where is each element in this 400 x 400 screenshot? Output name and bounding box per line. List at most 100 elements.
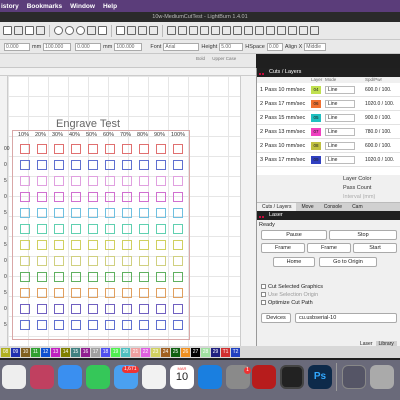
test-cell[interactable] [122,208,132,218]
height-percent-field[interactable]: 100.000 [114,42,143,51]
test-cell[interactable] [54,144,64,154]
test-cell[interactable] [88,160,98,170]
palette-swatch[interactable]: 13 [51,347,60,357]
palette-swatch[interactable]: 20 [121,347,130,357]
test-cell[interactable] [54,208,64,218]
canvas-scrollbar[interactable] [240,76,256,346]
test-cell[interactable] [88,208,98,218]
test-cell[interactable] [105,240,115,250]
test-cell[interactable] [156,304,166,314]
test-cell[interactable] [71,240,81,250]
frame-circle-button[interactable]: Frame [307,243,351,253]
test-cell[interactable] [105,144,115,154]
test-cell[interactable] [122,224,132,234]
zoom-out-icon[interactable] [65,26,74,35]
test-cell[interactable] [71,320,81,330]
test-cell[interactable] [88,256,98,266]
test-cell[interactable] [88,144,98,154]
test-cell[interactable] [54,304,64,314]
open-icon[interactable] [14,26,23,35]
test-cell[interactable] [37,272,47,282]
palette-swatch[interactable]: 25 [171,347,180,357]
distribute-v-icon[interactable] [266,26,275,35]
test-cell[interactable] [20,144,30,154]
layer-row[interactable]: 2 Pass 13 mm/sec 07 Line 780.0 / 100. [257,125,400,139]
stop-button[interactable]: Stop [329,230,397,240]
optimize-cut-path-checkbox[interactable]: Optimize Cut Path [261,300,313,306]
test-cell[interactable] [20,208,30,218]
font-select[interactable]: Arial [163,42,200,51]
photoshop-icon[interactable]: Ps [308,365,332,389]
system-settings-icon[interactable]: 1 [226,365,251,389]
test-cell[interactable] [54,192,64,202]
upper-case-checkbox[interactable]: Upper Case [212,56,236,61]
test-cell[interactable] [20,224,30,234]
frame-button[interactable]: Frame [261,243,305,253]
test-cell[interactable] [20,320,30,330]
layer-mode-select[interactable]: Line [325,100,355,108]
test-cell[interactable] [139,224,149,234]
layer-row[interactable]: 1 Pass 10 mm/sec 04 Line 600.0 / 100. [257,83,400,97]
align-right-icon[interactable] [211,26,220,35]
use-selection-origin-checkbox[interactable]: Use Selection Origin [261,292,318,298]
test-cell[interactable] [88,288,98,298]
test-cell[interactable] [173,288,183,298]
move-icon[interactable] [299,26,308,35]
layer-row[interactable]: 2 Pass 10 mm/sec 08 Line 600.0 / 100. [257,139,400,153]
test-cell[interactable] [71,176,81,186]
test-cell[interactable] [139,176,149,186]
start-button[interactable]: Start [353,243,397,253]
test-cell[interactable] [105,208,115,218]
test-cell[interactable] [139,272,149,282]
test-cell[interactable] [105,304,115,314]
group-icon[interactable] [277,26,286,35]
tab-console[interactable]: Console [319,203,347,211]
mirror-icon[interactable] [178,26,187,35]
zoom-in-icon[interactable] [54,26,63,35]
test-cell[interactable] [37,240,47,250]
test-cell[interactable] [139,288,149,298]
test-cell[interactable] [71,288,81,298]
alignx-select[interactable]: Middle [304,42,327,51]
test-cell[interactable] [71,160,81,170]
test-cell[interactable] [173,144,183,154]
test-cell[interactable] [139,144,149,154]
finder-icon[interactable] [2,365,26,389]
test-cell[interactable] [173,224,183,234]
test-cell[interactable] [139,320,149,330]
palette-swatch[interactable]: 14 [61,347,70,357]
settings-icon[interactable] [127,26,136,35]
test-cell[interactable] [105,192,115,202]
test-cell[interactable] [71,208,81,218]
palette-swatch[interactable]: 15 [71,347,80,357]
test-cell[interactable] [88,192,98,202]
workspace-canvas[interactable]: Engrave Test 10% 20% 30% 40% 50% 60% 70% 80% 90%… [4,76,256,346]
go-to-origin-button[interactable]: Go to Origin [319,257,377,267]
test-cell[interactable] [54,256,64,266]
tab-camera[interactable]: Cam [347,203,368,211]
palette-swatch[interactable]: 17 [91,347,100,357]
test-cell[interactable] [20,160,30,170]
test-cell[interactable] [156,160,166,170]
test-cell[interactable] [105,320,115,330]
test-cell[interactable] [156,288,166,298]
test-cell[interactable] [37,144,47,154]
test-cell[interactable] [122,160,132,170]
test-cell[interactable] [156,224,166,234]
menu-history[interactable]: istory [1,3,19,10]
tab-cuts-layers[interactable]: Cuts / Layers [257,203,297,211]
align-top-icon[interactable] [222,26,231,35]
cut-selected-checkbox[interactable]: Cut Selected Graphics [261,284,323,290]
test-cell[interactable] [156,320,166,330]
palette-swatch[interactable]: 22 [141,347,150,357]
align-middle-icon[interactable] [233,26,242,35]
layer-mode-select[interactable]: Line [325,142,355,150]
photos-icon[interactable] [142,365,166,389]
lightburn-icon[interactable] [252,365,276,389]
test-cell[interactable] [122,272,132,282]
test-cell[interactable] [71,224,81,234]
test-cell[interactable] [20,304,30,314]
test-cell[interactable] [20,192,30,202]
layer-mode-select[interactable]: Line [325,114,355,122]
test-cell[interactable] [88,224,98,234]
